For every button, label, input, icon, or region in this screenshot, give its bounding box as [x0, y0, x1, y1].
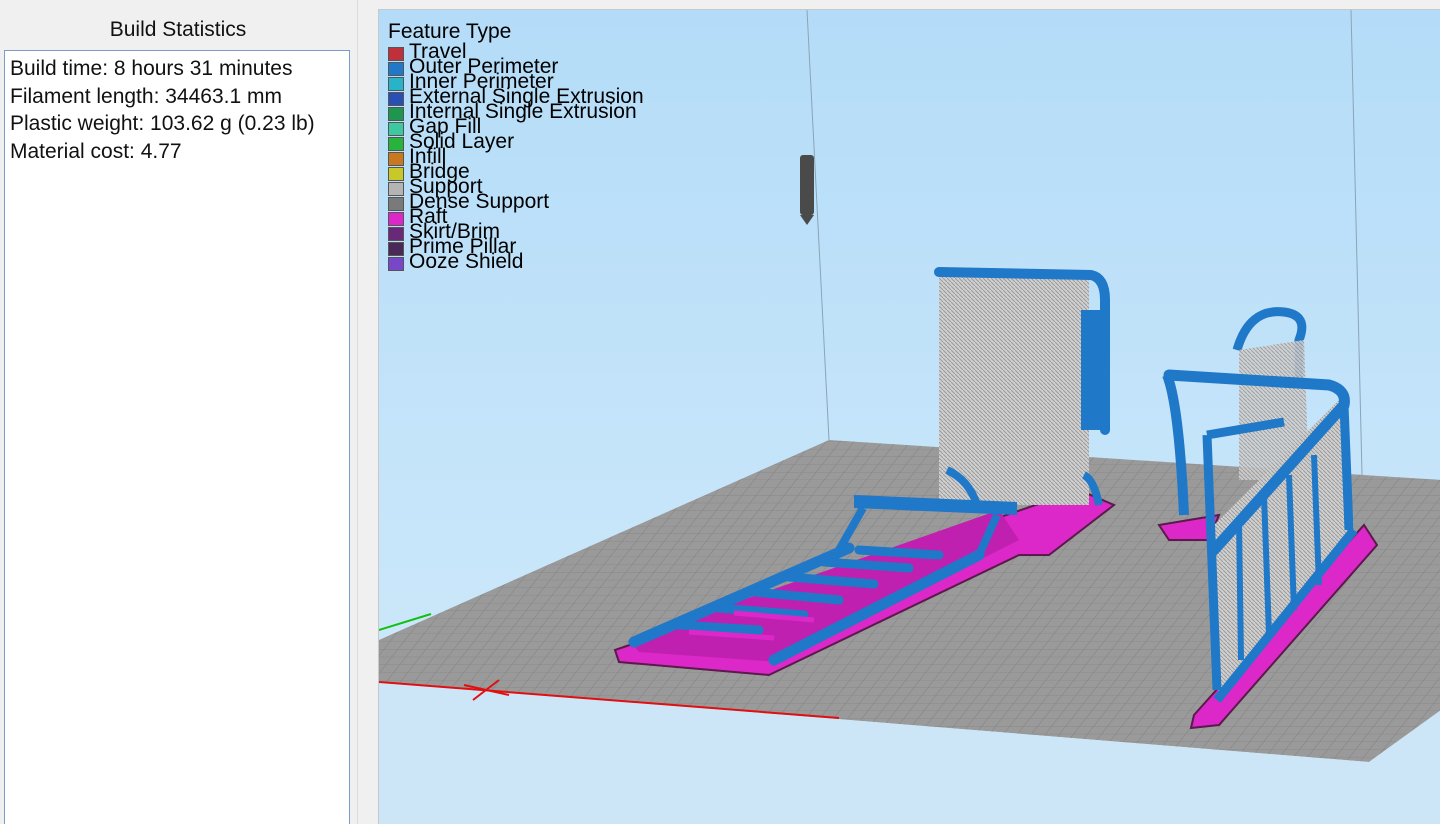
stats-text-box[interactable]: Build time: 8 hours 31 minutes Filament … — [4, 50, 350, 824]
preview-scene — [379, 10, 1440, 824]
legend-swatch — [388, 62, 404, 76]
material-cost-stat: Material cost: 4.77 — [10, 139, 182, 163]
filament-length-stat: Filament length: 34463.1 mm — [10, 84, 282, 108]
plastic-weight-stat: Plastic weight: 103.62 g (0.23 lb) — [10, 112, 315, 135]
legend-swatch — [388, 242, 404, 256]
legend-swatch — [388, 212, 404, 226]
legend-swatch — [388, 107, 404, 121]
legend-swatch — [388, 137, 404, 151]
build-time-stat: Build time: 8 hours 31 minutes — [10, 57, 293, 80]
legend-swatch — [388, 257, 404, 271]
legend-swatch — [388, 77, 404, 91]
legend-item: Ooze Shield — [388, 251, 523, 272]
legend-swatch — [388, 92, 404, 106]
build-statistics-panel: Build Statistics Build time: 8 hours 31 … — [0, 0, 358, 824]
legend-item: Dense Support — [388, 191, 549, 212]
legend-swatch — [388, 182, 404, 196]
nozzle-indicator — [800, 155, 814, 215]
legend-label: Ooze Shield — [409, 250, 524, 273]
legend-swatch — [388, 167, 404, 181]
panel-title: Build Statistics — [109, 18, 247, 41]
legend-swatch — [388, 197, 404, 211]
panel-splitter[interactable] — [358, 0, 378, 824]
legend-swatch — [388, 152, 404, 166]
legend-item: Solid Layer — [388, 131, 514, 152]
feature-type-legend: Feature Type Travel Outer Perimeter Inner … — [388, 20, 644, 272]
legend-swatch — [388, 227, 404, 241]
legend-swatch — [388, 47, 404, 61]
3d-preview-viewport[interactable]: Feature Type Travel Outer Perimeter Inner … — [378, 9, 1440, 824]
legend-swatch — [388, 122, 404, 136]
